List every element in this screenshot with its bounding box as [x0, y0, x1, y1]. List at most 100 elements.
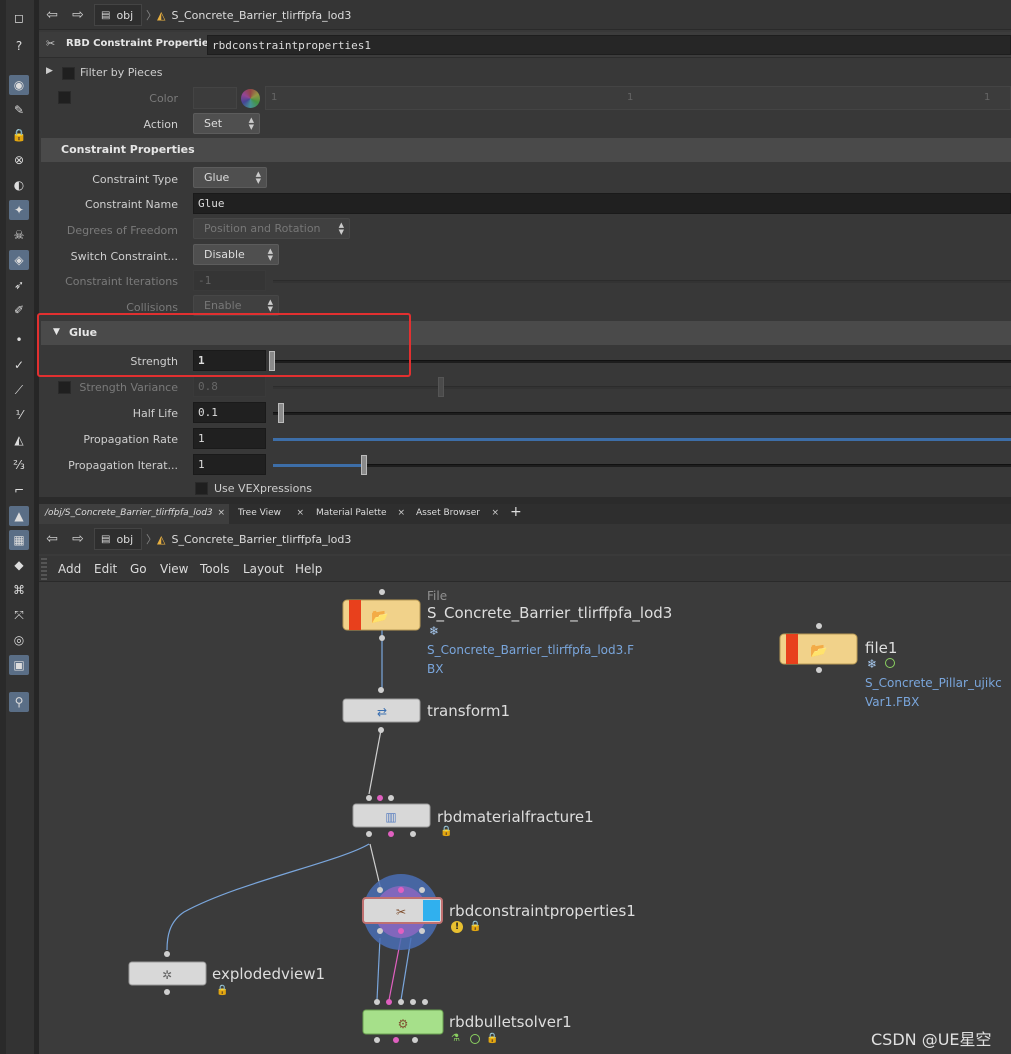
menu-add[interactable]: Add: [58, 562, 81, 576]
close-icon[interactable]: ×: [397, 508, 405, 518]
color-g-field[interactable]: 1: [627, 92, 633, 103]
measure-icon[interactable]: ⅔: [9, 455, 29, 475]
fracture-node[interactable]: ▥: [352, 795, 431, 837]
tab-material-palette[interactable]: Material Palette ×: [310, 504, 409, 524]
forward-icon[interactable]: ⇨: [69, 6, 87, 24]
variance-field[interactable]: 0.8: [193, 376, 266, 397]
vex-checkbox[interactable]: [195, 482, 208, 495]
iterations-slider[interactable]: [273, 280, 1011, 283]
magnet-icon[interactable]: ◐: [9, 175, 29, 195]
menu-edit[interactable]: Edit: [94, 562, 117, 576]
constraint-name-field[interactable]: Glue: [193, 193, 1011, 214]
paint-icon[interactable]: ✐: [9, 300, 29, 320]
network-crumb[interactable]: ▤ obj: [101, 4, 133, 26]
constraint-type-menu[interactable]: Glue ▲ ▼: [193, 167, 267, 188]
propiter-field[interactable]: 1: [193, 454, 266, 475]
filter-folder[interactable]: ▶ Filter by Pieces: [39, 62, 1011, 86]
render-icon[interactable]: ◈: [9, 250, 29, 270]
tab-asset-browser[interactable]: Asset Browser ×: [411, 504, 503, 524]
variance-slider-handle[interactable]: [438, 377, 444, 397]
transform-node[interactable]: ⇄: [342, 687, 421, 733]
back-icon[interactable]: ⇦: [43, 530, 61, 548]
expand-arrow-icon[interactable]: ▶: [46, 66, 53, 76]
action-row: Action Set ▲ ▼: [39, 112, 1011, 136]
close-icon[interactable]: ×: [491, 508, 499, 518]
pen-icon[interactable]: ✓: [9, 355, 29, 375]
grip-icon[interactable]: [41, 558, 47, 580]
pane-tabs: /obj/S_Concrete_Barrier_tlirffpfa_lod3 × …: [39, 504, 1011, 524]
network-editor[interactable]: 📂 📂 ⇄ ▥ ✂ ✲ ⚙ File S_Concrete_Barrier_tl…: [39, 582, 1011, 1054]
corner-icon[interactable]: ⌐: [9, 480, 29, 500]
node-crumb[interactable]: ◭ S_Concrete_Barrier_tlirffpfa_lod3: [157, 4, 351, 26]
file1-node[interactable]: 📂: [779, 623, 858, 673]
light-icon[interactable]: ✦: [9, 200, 29, 220]
action-label: Action: [143, 118, 178, 131]
terrain-icon[interactable]: ▲: [9, 506, 29, 526]
filter-checkbox[interactable]: [62, 67, 75, 80]
proprate-field[interactable]: 1: [193, 428, 266, 449]
number-icon[interactable]: ⅟: [9, 405, 29, 425]
menu-go[interactable]: Go: [130, 562, 147, 576]
color-checkbox[interactable]: [58, 91, 71, 104]
color-r-field[interactable]: 1: [271, 92, 277, 103]
select-icon[interactable]: ◻: [9, 8, 29, 28]
diamond-icon[interactable]: ◆: [9, 555, 29, 575]
switch-menu[interactable]: Disable ▲ ▼: [193, 244, 279, 265]
action-menu[interactable]: Set ▲ ▼: [193, 113, 260, 134]
solver-node[interactable]: ⚙: [362, 999, 444, 1043]
menu-arrows-icon: ▲ ▼: [248, 116, 254, 131]
node-crumb[interactable]: ◭ S_Concrete_Barrier_tlirffpfa_lod3: [157, 528, 351, 550]
help-icon[interactable]: ?: [9, 36, 29, 56]
back-icon[interactable]: ⇦: [43, 6, 61, 24]
dof-row: Degrees of Freedom Position and Rotation…: [39, 218, 1011, 242]
grid-icon[interactable]: ▦: [9, 530, 29, 550]
menu-arrows-icon: ▲ ▼: [255, 170, 261, 185]
menu-layout[interactable]: Layout: [243, 562, 284, 576]
connect-icon[interactable]: ⤧: [9, 605, 29, 625]
menu-view[interactable]: View: [160, 562, 188, 576]
tab-network[interactable]: /obj/S_Concrete_Barrier_tlirffpfa_lod3 ×: [39, 504, 229, 524]
menu-help[interactable]: Help: [295, 562, 322, 576]
variance-slider[interactable]: [273, 386, 1011, 389]
halflife-field[interactable]: 0.1: [193, 402, 266, 423]
exploded-node[interactable]: ✲: [128, 951, 207, 995]
variance-checkbox[interactable]: [58, 381, 71, 394]
add-tab-icon[interactable]: +: [510, 504, 526, 524]
node-type-label: RBD Constraint Properties: [66, 38, 215, 49]
solver-icon: ⚙: [398, 1017, 409, 1031]
halflife-row: Half Life 0.1: [39, 402, 1011, 426]
forward-icon[interactable]: ⇨: [69, 530, 87, 548]
color-wheel-icon[interactable]: [241, 89, 260, 108]
menu-tools[interactable]: Tools: [200, 562, 230, 576]
iterations-field[interactable]: -1: [193, 270, 266, 291]
propiter-slider[interactable]: [273, 464, 1011, 467]
circle-icon[interactable]: ◎: [9, 630, 29, 650]
halflife-slider-handle[interactable]: [278, 403, 284, 423]
constraint-node-label: rbdconstraintproperties1: [449, 902, 636, 920]
propiter-slider-handle[interactable]: [361, 455, 367, 475]
network-crumb[interactable]: ▤ obj: [101, 528, 133, 550]
pin-icon[interactable]: ⚲: [9, 692, 29, 712]
lock-icon[interactable]: 🔒: [9, 125, 29, 145]
view-icon[interactable]: ◉: [9, 75, 29, 95]
file1-node-path-1: S_Concrete_Pillar_ujikc: [865, 676, 1002, 690]
handle-icon[interactable]: ✎: [9, 100, 29, 120]
skull-icon[interactable]: ☠: [9, 225, 29, 245]
color-swatch[interactable]: [193, 87, 237, 109]
fracture-node-label: rbdmaterialfracture1: [437, 808, 594, 826]
close-icon[interactable]: ×: [296, 508, 304, 518]
dot-icon[interactable]: •: [9, 330, 29, 350]
tab-tree-view[interactable]: Tree View ×: [232, 504, 308, 524]
dof-menu[interactable]: Position and Rotation ▲ ▼: [193, 218, 350, 239]
frame-icon[interactable]: ⌘: [9, 580, 29, 600]
color-b-field[interactable]: 1: [984, 92, 990, 103]
tab-asset-label: Asset Browser: [416, 508, 480, 518]
snap-icon[interactable]: ⊗: [9, 150, 29, 170]
image-icon[interactable]: ▣: [9, 655, 29, 675]
bucket-icon[interactable]: ◭: [9, 430, 29, 450]
node-name-field[interactable]: rbdconstraintproperties1: [207, 35, 1011, 55]
halflife-slider[interactable]: [273, 412, 1011, 415]
brush-icon[interactable]: ⟋: [9, 380, 29, 400]
close-icon[interactable]: ×: [217, 508, 225, 518]
camera-icon[interactable]: ➶: [9, 275, 29, 295]
